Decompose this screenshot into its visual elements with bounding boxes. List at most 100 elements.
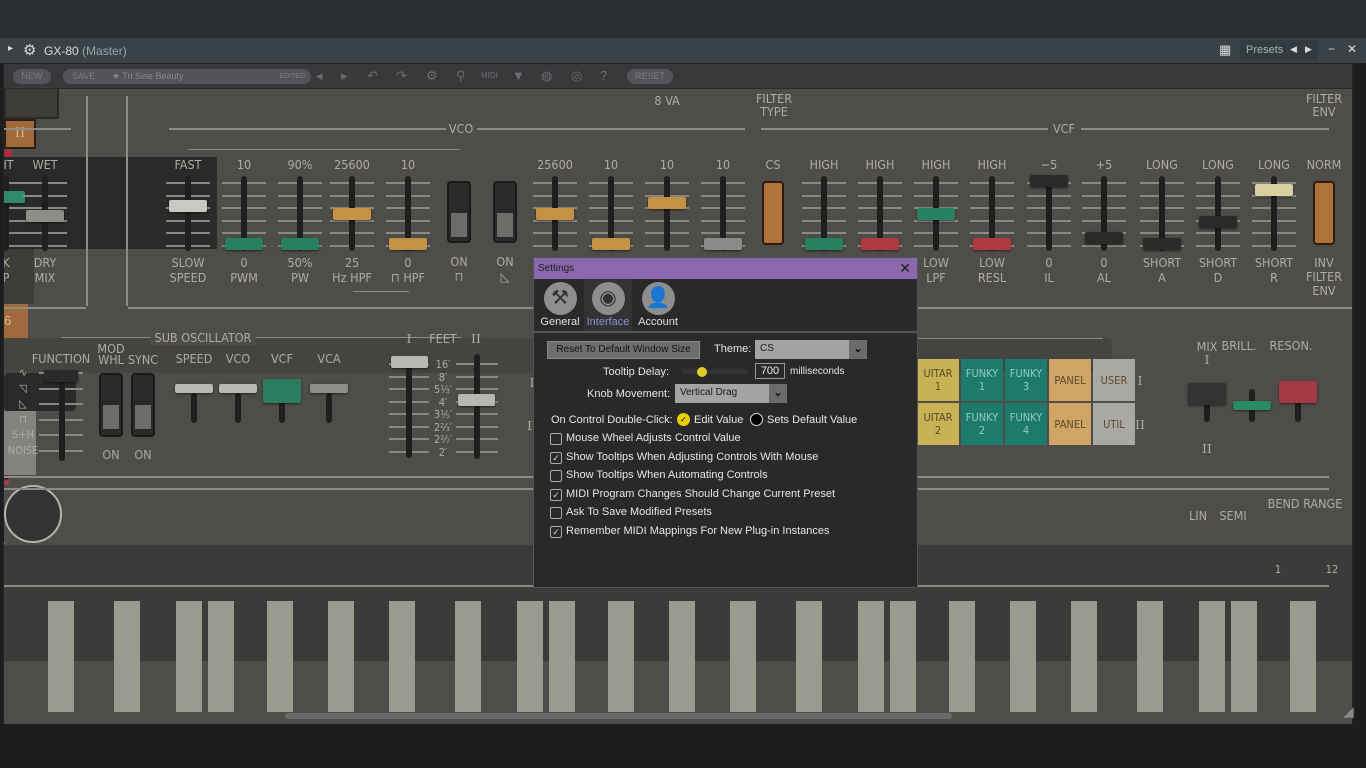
slider-track[interactable] — [1215, 176, 1221, 251]
slider-handle[interactable] — [592, 238, 630, 250]
knob-movement-select[interactable]: Vertical Drag ⌄ — [675, 384, 787, 403]
mode-button-ii[interactable]: II — [4, 119, 36, 149]
patch-button[interactable]: FUNKY 2 — [961, 403, 1003, 445]
horizontal-scrollbar[interactable] — [285, 713, 952, 719]
slider-handle[interactable] — [4, 190, 25, 203]
checkbox[interactable] — [550, 470, 562, 482]
slider-track[interactable] — [185, 176, 191, 251]
slider-handle[interactable] — [225, 238, 263, 250]
piano-key[interactable] — [1231, 601, 1257, 712]
mix-slider-handle[interactable] — [1233, 401, 1271, 410]
piano-key[interactable] — [1137, 601, 1163, 712]
tooltip-delay-input[interactable]: 700 — [755, 363, 785, 379]
piano-key[interactable] — [208, 601, 234, 712]
piano-key[interactable] — [608, 601, 634, 712]
tab-interface[interactable]: ◉ Interface — [584, 279, 632, 331]
piano-key[interactable] — [796, 601, 822, 712]
mini-slider-handle[interactable] — [310, 384, 348, 393]
patch-button[interactable]: FUNKY 1 — [961, 359, 1003, 401]
sub-osc-switch[interactable] — [131, 373, 155, 437]
piano-key[interactable] — [389, 601, 415, 712]
piano-key[interactable] — [1071, 601, 1097, 712]
resize-grip-icon[interactable]: ◢ — [1343, 703, 1354, 720]
slider-handle[interactable] — [536, 207, 574, 220]
gear-icon[interactable]: ⚙ — [23, 41, 36, 59]
midi-icon[interactable]: MIDI — [481, 71, 498, 80]
function-slider-track[interactable] — [59, 371, 65, 461]
bend-range-knob[interactable] — [4, 485, 62, 543]
piano-key[interactable] — [949, 601, 975, 712]
checkbox[interactable]: ✓ — [550, 451, 562, 464]
next-preset-icon[interactable]: ▸ — [341, 68, 348, 84]
piano-key[interactable] — [517, 601, 543, 712]
patch-button[interactable]: PANEL — [1049, 359, 1091, 401]
slider-handle[interactable] — [861, 238, 899, 250]
waveform-toggle-switch[interactable] — [493, 181, 517, 243]
tuning-icon[interactable]: ▼ — [512, 68, 525, 83]
close-button[interactable]: ✕ — [1347, 42, 1357, 56]
patch-button[interactable]: UTIL — [1093, 403, 1135, 445]
slider-handle[interactable] — [1255, 184, 1293, 197]
piano-key[interactable] — [890, 601, 916, 712]
piano-key[interactable] — [455, 601, 481, 712]
left-mode-button[interactable]: 6 — [4, 304, 28, 338]
slider-handle[interactable] — [805, 238, 843, 250]
piano-key[interactable] — [730, 601, 756, 712]
piano-key[interactable] — [176, 601, 202, 712]
slider-handle[interactable] — [1030, 175, 1068, 187]
mini-slider-track[interactable] — [235, 393, 241, 423]
slider-handle[interactable] — [26, 209, 64, 222]
tab-general[interactable]: ⚒ General — [536, 279, 584, 331]
grid-icon[interactable]: ▦ — [1219, 42, 1231, 58]
mini-slider-handle[interactable] — [175, 384, 213, 393]
slider-handle[interactable] — [1143, 238, 1181, 250]
mini-slider-track[interactable] — [191, 393, 197, 423]
checkbox[interactable]: ✓ — [550, 525, 562, 538]
radio-sets-default[interactable] — [750, 413, 763, 426]
dialog-close-button[interactable]: ✕ — [899, 260, 911, 277]
filter-env-switch[interactable] — [1313, 181, 1335, 245]
reset-window-size-button[interactable]: Reset To Default Window Size — [547, 341, 700, 359]
patch-button[interactable]: USER — [1093, 359, 1135, 401]
sub-osc-switch[interactable] — [99, 373, 123, 437]
piano-key[interactable] — [669, 601, 695, 712]
checkbox[interactable]: ✓ — [550, 488, 562, 501]
mix-slider-handle[interactable] — [1279, 381, 1317, 403]
slider-handle[interactable] — [333, 207, 371, 220]
piano-key[interactable] — [114, 601, 140, 712]
radio-edit-value[interactable]: ✓ — [677, 413, 690, 426]
slider-handle[interactable] — [704, 238, 742, 250]
voice-icon[interactable]: ◍ — [541, 68, 552, 84]
redo-icon[interactable]: ↷ — [396, 68, 407, 84]
slider-handle[interactable] — [389, 238, 427, 250]
slider-handle[interactable] — [1085, 231, 1123, 244]
piano-key[interactable] — [1199, 601, 1225, 712]
undo-icon[interactable]: ↶ — [367, 68, 378, 84]
piano-key[interactable] — [549, 601, 575, 712]
next-preset-arrow-icon[interactable]: ▶ — [1305, 44, 1312, 55]
prev-preset-arrow-icon[interactable]: ◀ — [1290, 44, 1297, 55]
help-icon[interactable]: ? — [600, 68, 607, 83]
settings-gear-icon[interactable]: ⚙ — [426, 68, 438, 84]
checkbox[interactable] — [550, 433, 562, 445]
slider-handle[interactable] — [1199, 215, 1237, 228]
piano-key[interactable] — [1290, 601, 1316, 712]
slider-track[interactable] — [1046, 176, 1052, 251]
mini-slider-handle[interactable] — [263, 379, 301, 403]
preset-name[interactable]: Tri Sine Beauty — [122, 71, 183, 81]
slider-track[interactable] — [4, 176, 9, 251]
piano-key[interactable] — [48, 601, 74, 712]
mini-slider-track[interactable] — [326, 393, 332, 423]
filter-type-switch[interactable] — [762, 181, 784, 245]
patch-button[interactable]: UITAR 2 — [917, 403, 959, 445]
reset-button[interactable]: RESET — [627, 69, 673, 84]
expand-arrow-icon[interactable]: ▸ — [8, 43, 13, 54]
feet-ii-handle[interactable] — [458, 394, 495, 406]
feet-ii-track[interactable] — [474, 354, 480, 459]
patch-button[interactable]: UITAR 1 — [917, 359, 959, 401]
feet-i-track[interactable] — [406, 361, 412, 458]
slider-track[interactable] — [664, 176, 670, 251]
slider-thumb[interactable] — [696, 367, 707, 377]
slider-handle[interactable] — [917, 207, 955, 220]
map-icon[interactable]: ◎ — [571, 68, 582, 84]
